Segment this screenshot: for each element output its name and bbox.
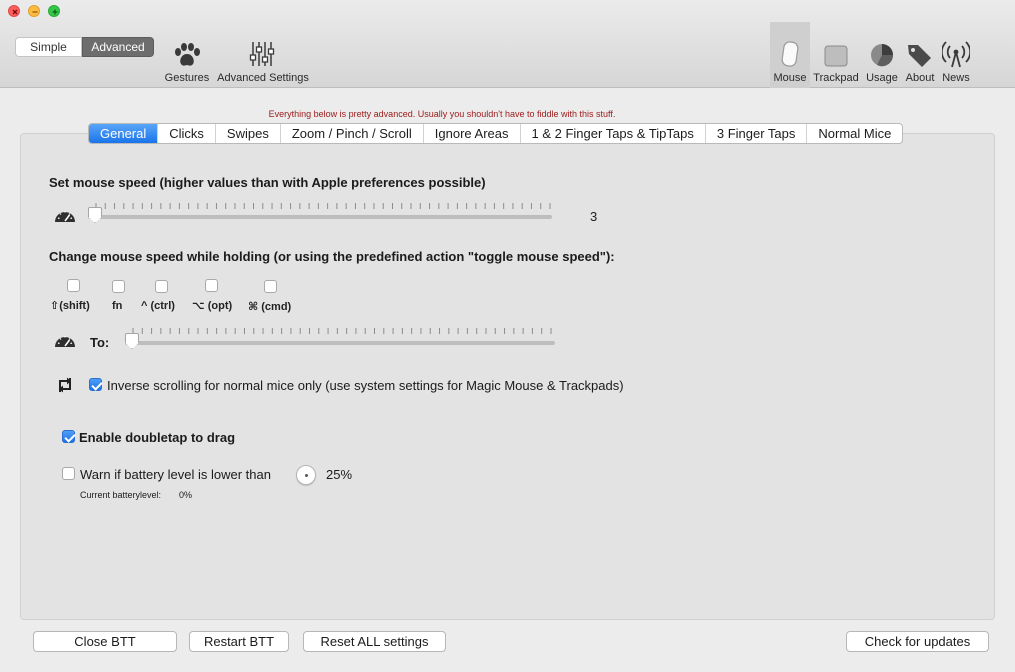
modifier-shift-checkbox[interactable] [67, 279, 80, 292]
toolbar-trackpad-label: Trackpad [813, 72, 859, 84]
modifier-fn-checkbox[interactable] [112, 280, 125, 293]
battery-threshold-dial[interactable] [296, 465, 316, 485]
window-zoom-button[interactable] [48, 5, 60, 17]
toolbar-gestures[interactable]: Gestures [162, 30, 212, 84]
reset-all-settings-button[interactable]: Reset ALL settings [303, 631, 446, 652]
antenna-icon [942, 41, 970, 68]
toolbar-mouse[interactable]: Mouse [770, 22, 810, 88]
inverse-scroll-checkbox[interactable] [89, 378, 102, 391]
trackpad-icon [824, 45, 848, 67]
minimize-icon [32, 11, 38, 13]
mouse-speed-track [88, 215, 552, 219]
modifier-cmd-checkbox[interactable] [264, 280, 277, 293]
inverse-scroll-label: Inverse scrolling for normal mice only (… [107, 378, 624, 393]
tab-bar: General Clicks Swipes Zoom / Pinch / Scr… [88, 123, 904, 144]
window-toolbar: Simple Advanced Gestures Advanced Settin… [0, 0, 1015, 88]
current-battery-value: 0% [179, 490, 193, 500]
restart-btt-button[interactable]: Restart BTT [189, 631, 289, 652]
doubletap-drag-label: Enable doubletap to drag [79, 430, 236, 445]
paw-icon [175, 43, 200, 66]
toolbar-advanced-settings-label: Advanced Settings [217, 72, 309, 84]
to-speed-label: To: [90, 335, 110, 350]
advanced-warning-note: Everything below is pretty advanced. Usu… [268, 109, 616, 119]
toolbar-about-label: About [905, 72, 935, 84]
modifier-opt-label: ⌥ (opt) [192, 300, 233, 312]
close-btt-button[interactable]: Close BTT [33, 631, 177, 652]
tab-three-finger-taps[interactable]: 3 Finger Taps [706, 124, 808, 143]
tab-swipes[interactable]: Swipes [216, 124, 281, 143]
window-close-button[interactable] [8, 5, 20, 17]
modifier-ctrl-checkbox[interactable] [155, 280, 168, 293]
mouse-icon [781, 41, 799, 67]
tab-normal-mice[interactable]: Normal Mice [807, 124, 902, 143]
modifier-cmd-label: ⌘ (cmd) [248, 301, 292, 313]
battery-threshold-value: 25% [326, 467, 353, 482]
check-updates-button[interactable]: Check for updates [846, 631, 989, 652]
toolbar-gestures-label: Gestures [164, 72, 210, 84]
battery-warn-label: Warn if battery level is lower than [80, 467, 271, 482]
to-speed-ticks [132, 328, 552, 334]
toolbar-mouse-label: Mouse [773, 72, 807, 84]
tab-ignore-areas[interactable]: Ignore Areas [424, 124, 521, 143]
inverse-scroll-icon [59, 377, 71, 393]
mouse-speed-value: 3 [590, 209, 598, 224]
tab-finger-taps[interactable]: 1 & 2 Finger Taps & TipTaps [521, 124, 706, 143]
tab-general[interactable]: General [89, 124, 159, 143]
tags-icon [908, 45, 931, 67]
hold-speed-label: Change mouse speed while holding (or usi… [49, 249, 615, 264]
to-speed-track [125, 341, 555, 345]
sliders-icon [249, 42, 275, 66]
modifier-opt-checkbox[interactable] [205, 279, 218, 292]
toolbar-trackpad[interactable]: Trackpad [812, 30, 860, 84]
modifier-fn-label: fn [112, 300, 123, 312]
tab-clicks[interactable]: Clicks [158, 124, 216, 143]
modifier-ctrl-label: ^ (ctrl) [141, 300, 175, 312]
speedometer-icon [55, 211, 75, 222]
toolbar-usage[interactable]: Usage [863, 30, 901, 84]
modifier-shift-label: ⇧(shift) [50, 300, 90, 312]
toolbar-advanced-settings[interactable]: Advanced Settings [216, 30, 310, 84]
pie-chart-icon [871, 44, 894, 67]
toolbar-news-label: News [942, 72, 970, 84]
window-minimize-button[interactable] [28, 5, 40, 17]
toolbar-about[interactable]: About [903, 30, 937, 84]
close-icon [12, 9, 18, 15]
mode-simple-button[interactable]: Simple [15, 37, 82, 57]
mouse-speed-label: Set mouse speed (higher values than with… [49, 175, 486, 190]
tab-zoom-pinch-scroll[interactable]: Zoom / Pinch / Scroll [281, 124, 424, 143]
zoom-icon [52, 9, 58, 15]
battery-warn-checkbox[interactable] [62, 467, 75, 480]
toolbar-usage-label: Usage [866, 72, 898, 84]
mouse-speed-ticks [95, 203, 551, 209]
doubletap-drag-checkbox[interactable] [62, 430, 75, 443]
toolbar-news[interactable]: News [939, 30, 973, 84]
mode-advanced-button[interactable]: Advanced [82, 37, 154, 57]
current-battery-label: Current batterylevel: [80, 490, 162, 500]
speedometer-icon [55, 336, 75, 347]
